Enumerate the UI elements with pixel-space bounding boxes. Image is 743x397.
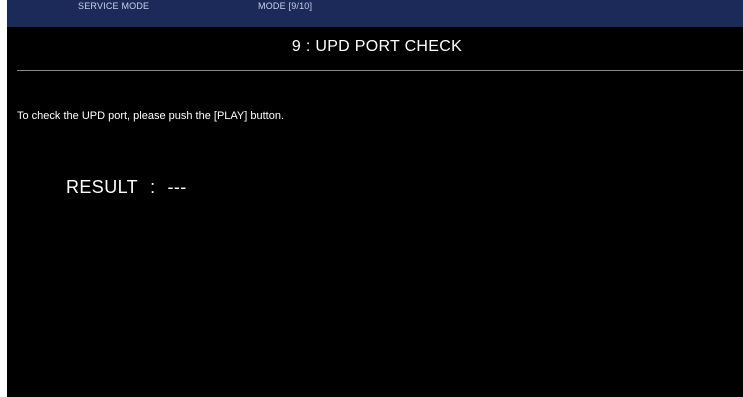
header-bar: SERVICE MODE MODE [9/10] (7, 0, 743, 27)
result-label: RESULT (66, 177, 139, 197)
service-screen: SERVICE MODE MODE [9/10] 9 : UPD PORT CH… (7, 0, 743, 397)
title-divider (17, 70, 743, 71)
mode-page-indicator: MODE [9/10] (258, 1, 313, 11)
instruction-text: To check the UPD port, please push the [… (17, 110, 285, 122)
result-row: RESULT: --- (66, 177, 187, 198)
service-mode-label: SERVICE MODE (78, 1, 150, 11)
result-value: --- (167, 177, 187, 197)
page-title: 9 : UPD PORT CHECK (291, 38, 463, 55)
result-separator: : (150, 177, 156, 197)
